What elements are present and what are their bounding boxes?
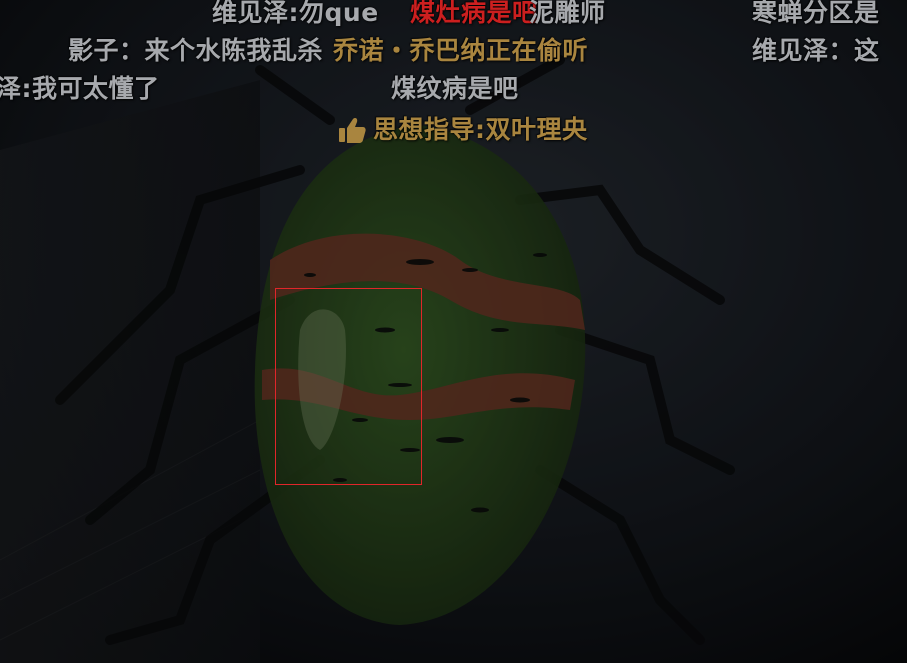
danmaku-comment: 维见泽：这 — [752, 36, 880, 65]
danmaku-comment: 乔诺・乔巴纳正在偷听 — [333, 36, 589, 65]
danmaku-comment: 煤纹病是吧 — [391, 74, 519, 103]
danmaku-comment: 煤灶病是吧 — [410, 0, 538, 27]
danmaku-comment: 泥雕师 — [529, 0, 606, 27]
danmaku-comment: 维见泽:勿que — [212, 0, 379, 27]
highlight-box — [275, 288, 422, 485]
danmaku-comment: 泽:我可太懂了 — [0, 74, 160, 103]
danmaku-comment-text: 思想指导:双叶理央 — [373, 115, 588, 144]
danmaku-comment: 影子：来个水陈我乱杀 — [68, 36, 324, 65]
thumbs-up-icon — [339, 118, 366, 143]
danmaku-comment: 寒蝉分区是 — [752, 0, 880, 27]
danmaku-comment-highlight: 思想指导:双叶理央 — [337, 115, 588, 145]
